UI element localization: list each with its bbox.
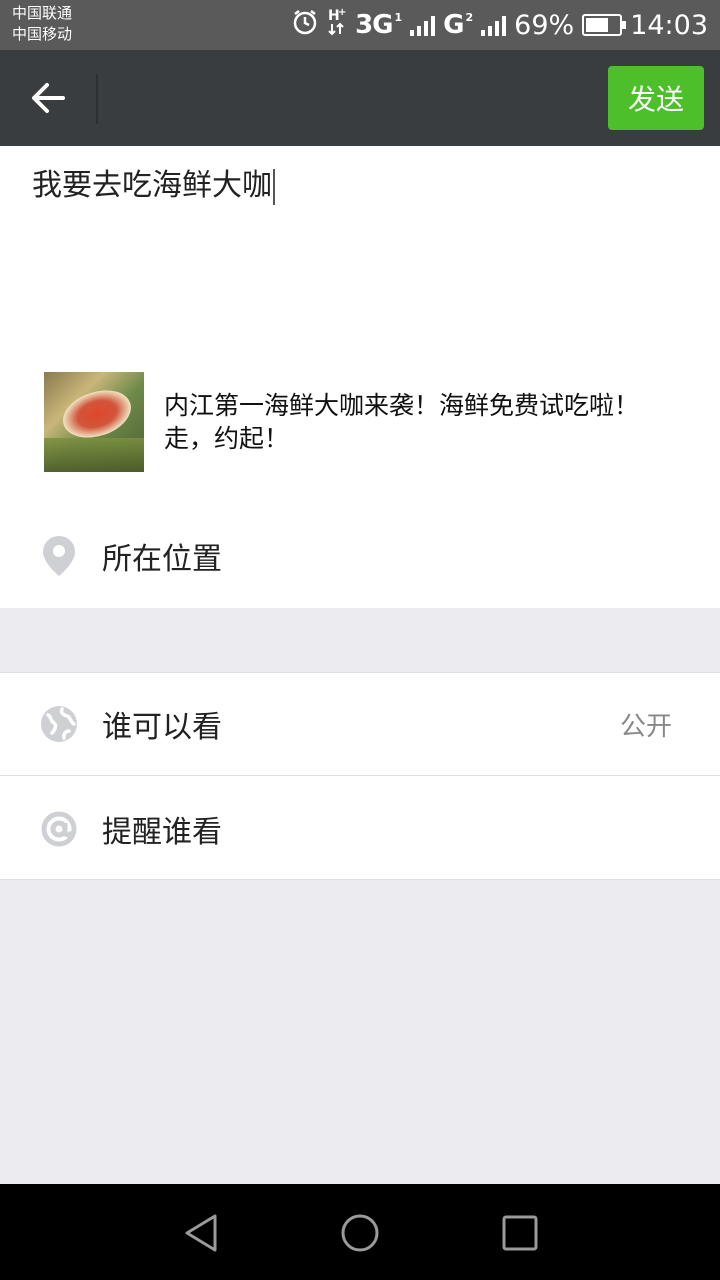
carrier-info: 中国联通 中国移动 (12, 3, 72, 45)
shared-link-card[interactable]: 内江第一海鲜大咖来袭！海鲜免费试吃啦！走，约起！ (44, 372, 684, 472)
signal-bars-2-icon (481, 14, 507, 36)
mention-label: 提醒谁看 (102, 814, 222, 850)
globe-icon (40, 703, 78, 745)
title-bar: 发送 (0, 50, 720, 146)
nav-back-button[interactable] (176, 1208, 226, 1258)
data-activity-icon: H + (327, 6, 347, 45)
mention-row[interactable]: 提醒谁看 (0, 777, 720, 880)
at-icon (40, 808, 78, 850)
sim-1-label: 1 (394, 10, 403, 24)
title-divider (96, 74, 98, 124)
battery-level-fill (586, 18, 609, 32)
battery-icon (582, 14, 627, 36)
nav-recent-icon (502, 1215, 538, 1251)
post-text-value: 我要去吃海鲜大咖 (32, 168, 272, 203)
alarm-icon (291, 8, 319, 43)
link-title: 内江第一海鲜大咖来袭！海鲜免费试吃啦！走，约起！ (164, 391, 640, 453)
network-type-1: 3G (355, 10, 393, 40)
signal-bars-1-icon (410, 14, 436, 36)
location-pin-icon (40, 535, 78, 577)
status-indicators: H + 3G 1 G 2 69% 14:03 (291, 0, 708, 50)
battery-percent: 69% (514, 9, 575, 41)
post-text-input[interactable]: 我要去吃海鲜大咖 (32, 166, 275, 206)
back-button[interactable] (20, 72, 76, 124)
navigation-bar (0, 1184, 720, 1280)
visibility-label: 谁可以看 (102, 710, 222, 745)
svg-text:+: + (338, 7, 346, 18)
link-thumbnail (44, 372, 144, 472)
nav-recent-button[interactable] (495, 1208, 545, 1258)
send-button[interactable]: 发送 (608, 66, 704, 130)
nav-back-icon (185, 1214, 217, 1252)
location-row[interactable]: 所在位置 (0, 504, 720, 608)
visibility-value: 公开 (619, 711, 672, 742)
status-bar: 中国联通 中国移动 H + 3G 1 G 2 69% 14:03 (0, 0, 720, 50)
composer: 我要去吃海鲜大咖 内江第一海鲜大咖来袭！海鲜免费试吃啦！走，约起！ 所在位置 (0, 146, 720, 608)
location-label: 所在位置 (102, 542, 222, 577)
carrier-2: 中国移动 (12, 25, 73, 43)
options-group: 谁可以看 公开 提醒谁看 (0, 672, 720, 880)
clock: 14:03 (630, 9, 708, 41)
back-arrow-icon (32, 83, 65, 113)
text-caret (273, 168, 275, 205)
visibility-row[interactable]: 谁可以看 公开 (0, 673, 720, 776)
carrier-1: 中国联通 (12, 4, 73, 22)
network-type-2: G (443, 10, 464, 40)
nav-home-button[interactable] (335, 1208, 385, 1258)
sim-2-label: 2 (465, 10, 474, 24)
nav-home-icon (341, 1214, 379, 1252)
